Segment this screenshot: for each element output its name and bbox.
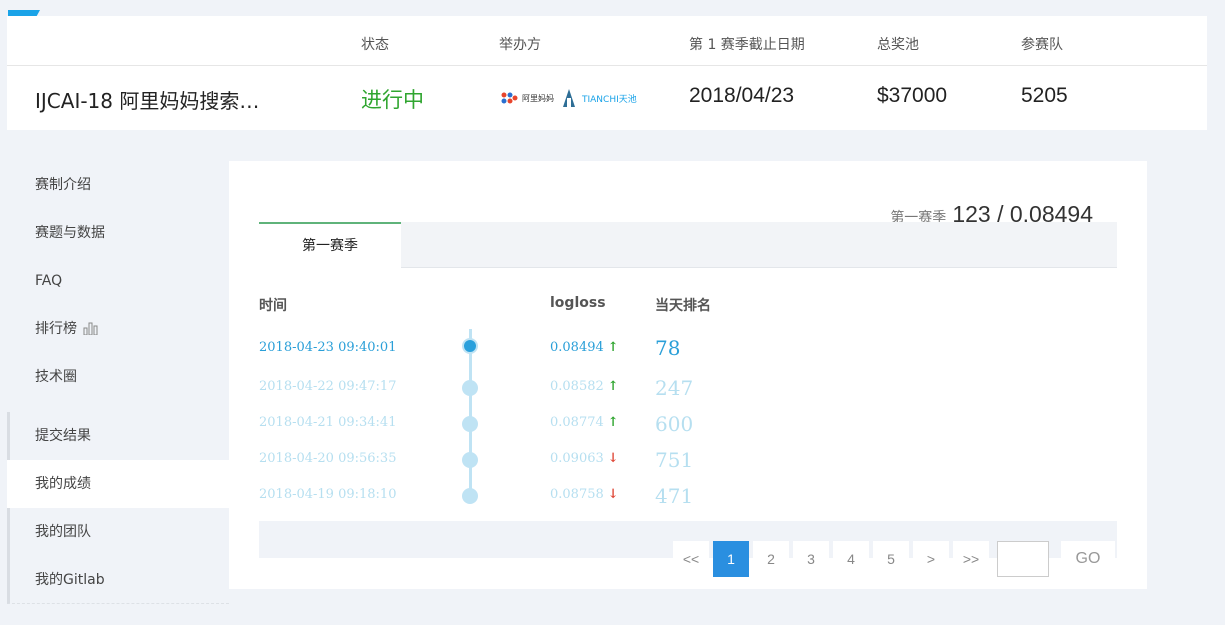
table-row: 2018-04-20 09:56:35 0.09063 ↓ 751 (229, 443, 1147, 479)
sidebar-item-label: FAQ (35, 273, 63, 289)
alimama-logo-text: 阿里妈妈 (522, 93, 554, 103)
sidebar-item-label: 我的Gitlab (35, 572, 105, 588)
sidebar: 赛制介绍 赛题与数据 FAQ 排行榜 技术圈 提交结果 我的成绩 我的团队 我的… (7, 161, 229, 604)
row-logloss-value: 0.09063 (550, 451, 604, 466)
sidebar-item-label: 我的成绩 (35, 476, 91, 492)
status-label: 状态 (361, 37, 389, 53)
page-jump-input[interactable] (997, 541, 1049, 577)
row-logloss-value: 0.08758 (550, 487, 604, 502)
row-time: 2018-04-20 09:56:35 (259, 451, 397, 466)
table-row: 2018-04-21 09:34:41 0.08774 ↑ 600 (229, 407, 1147, 443)
teams-value: 5205 (1021, 84, 1068, 107)
arrow-down-icon: ↓ (607, 487, 619, 502)
page-button-5[interactable]: 5 (873, 541, 909, 577)
status-value: 进行中 (361, 88, 424, 112)
page-button-1[interactable]: 1 (713, 541, 749, 577)
sidebar-item-label: 排行榜 (35, 321, 77, 337)
timeline-dot (462, 416, 478, 432)
row-time: 2018-04-23 09:40:01 (259, 340, 397, 355)
organizer-label: 举办方 (499, 37, 541, 53)
sidebar-item-label: 技术圈 (35, 369, 77, 385)
sidebar-item-my-team[interactable]: 我的团队 (7, 508, 229, 556)
sidebar-item-label: 我的团队 (35, 524, 91, 540)
row-logloss: 0.08582 ↑ (550, 379, 619, 394)
tab-season-1[interactable]: 第一赛季 (259, 222, 401, 268)
timeline-dot (462, 452, 478, 468)
row-logloss-value: 0.08494 (550, 340, 604, 355)
competition-header: 状态 举办方 第 1 赛季截止日期 总奖池 参赛队 IJCAI-18 阿里妈妈搜… (7, 16, 1207, 130)
row-time: 2018-04-21 09:34:41 (259, 415, 397, 430)
go-button[interactable]: GO (1061, 541, 1115, 577)
row-logloss: 0.08494 ↑ (550, 340, 619, 355)
row-rank: 471 (655, 484, 694, 508)
row-logloss: 0.08758 ↓ (550, 487, 619, 502)
row-logloss-value: 0.08774 (550, 415, 604, 430)
sidebar-item-label: 赛制介绍 (35, 177, 91, 193)
alimama-logo-icon: 阿里妈妈 (499, 90, 554, 106)
page-next-button[interactable]: > (913, 541, 949, 577)
row-logloss-value: 0.08582 (550, 379, 604, 394)
sidebar-item-label: 提交结果 (35, 428, 91, 444)
column-header-time: 时间 (259, 298, 287, 314)
table-row: 2018-04-22 09:47:17 0.08582 ↑ 247 (229, 371, 1147, 407)
row-time: 2018-04-22 09:47:17 (259, 379, 397, 394)
competition-title[interactable]: IJCAI-18 阿里妈妈搜索… (35, 85, 295, 114)
prize-value: $37000 (877, 84, 948, 107)
tianchi-logo-icon: TIANCHI天池 (562, 88, 637, 108)
row-rank: 751 (655, 448, 694, 472)
pagination: << 1 2 3 4 5 > >> GO (673, 541, 1115, 577)
season-tabs: 第一赛季 (259, 222, 1117, 268)
deadline-label: 第 1 赛季截止日期 (689, 37, 805, 53)
sidebar-item-tech-circle[interactable]: 技术圈 (7, 353, 229, 401)
sidebar-item-rules[interactable]: 赛制介绍 (7, 161, 229, 209)
deadline-value: 2018/04/23 (689, 84, 795, 107)
sidebar-item-my-gitlab[interactable]: 我的Gitlab (7, 556, 229, 604)
row-time: 2018-04-19 09:18:10 (259, 487, 397, 502)
column-header-rank: 当天排名 (655, 298, 711, 314)
row-rank: 600 (655, 412, 694, 436)
page-button-4[interactable]: 4 (833, 541, 869, 577)
arrow-up-icon: ↑ (607, 340, 619, 355)
arrow-up-icon: ↑ (607, 379, 619, 394)
prize-label: 总奖池 (877, 37, 919, 53)
timeline-dot (462, 488, 478, 504)
teams-label: 参赛队 (1021, 37, 1063, 53)
sidebar-item-data[interactable]: 赛题与数据 (7, 209, 229, 257)
header-divider (7, 65, 1207, 66)
page-button-2[interactable]: 2 (753, 541, 789, 577)
scores-panel: 第一赛季 123 / 0.08494 第一赛季 时间 logloss 当天排名 … (229, 161, 1147, 589)
bar-chart-icon (83, 322, 98, 336)
organizer-logos: 阿里妈妈 TIANCHI天池 (499, 88, 637, 108)
page-button-3[interactable]: 3 (793, 541, 829, 577)
arrow-down-icon: ↓ (607, 451, 619, 466)
sidebar-item-my-scores[interactable]: 我的成绩 (7, 460, 229, 508)
timeline-dot (462, 380, 478, 396)
column-header-logloss: logloss (550, 295, 606, 311)
table-row: 2018-04-19 09:18:10 0.08758 ↓ 471 (229, 479, 1147, 515)
arrow-up-icon: ↑ (607, 415, 619, 430)
sidebar-item-faq[interactable]: FAQ (7, 257, 229, 305)
row-rank: 78 (655, 336, 681, 360)
sidebar-item-submit[interactable]: 提交结果 (7, 412, 229, 460)
tianchi-logo-text: TIANCHI天池 (582, 94, 637, 105)
row-logloss: 0.09063 ↓ (550, 451, 619, 466)
timeline-dot-current (462, 338, 478, 354)
table-row: 2018-04-23 09:40:01 0.08494 ↑ 78 (229, 329, 1147, 365)
row-logloss: 0.08774 ↑ (550, 415, 619, 430)
row-rank: 247 (655, 376, 694, 400)
page-first-button[interactable]: << (673, 541, 709, 577)
sidebar-item-label: 赛题与数据 (35, 225, 105, 241)
sidebar-item-leaderboard[interactable]: 排行榜 (7, 305, 229, 353)
page-last-button[interactable]: >> (953, 541, 989, 577)
